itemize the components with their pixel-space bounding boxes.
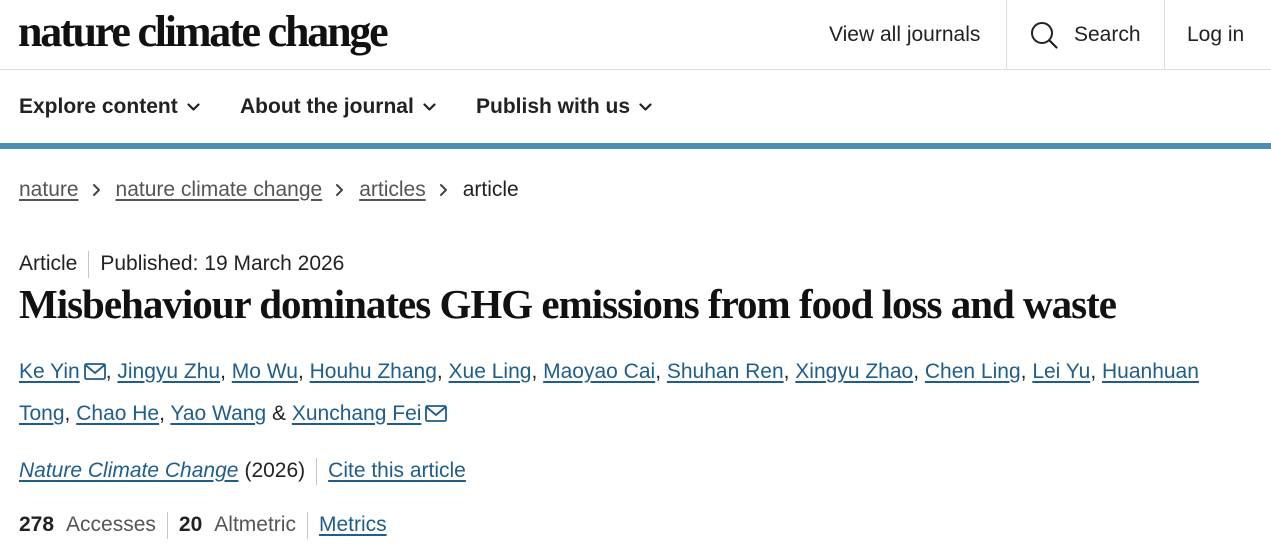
altmetric-count: 20	[178, 513, 203, 536]
citation-line: Nature Climate Change (2026) Cite this a…	[19, 457, 466, 485]
author-link[interactable]: Houhu Zhang	[310, 360, 437, 383]
nav-label: Explore content	[19, 95, 178, 118]
envelope-icon[interactable]	[425, 405, 448, 422]
envelope-icon[interactable]	[83, 363, 106, 380]
author-link[interactable]: Chen Ling	[925, 360, 1021, 383]
published-date: Published: 19 March 2026	[100, 252, 345, 275]
search-button[interactable]: Search	[1006, 0, 1165, 69]
breadcrumb: nature nature climate change articles ar…	[19, 176, 519, 204]
chevron-right-icon	[92, 183, 101, 197]
article-metrics: 278 Accesses 20 Altmetric Metrics	[19, 511, 387, 539]
author-link[interactable]: Shuhan Ren	[667, 360, 784, 383]
article-meta: Article Published: 19 March 2026	[19, 250, 344, 278]
journal-name-link[interactable]: Nature Climate Change	[19, 459, 238, 483]
main-navigation: Explore content About the journal Publis…	[0, 71, 1271, 143]
author-link[interactable]: Chao He	[76, 402, 159, 425]
divider	[166, 511, 168, 539]
breadcrumb-articles[interactable]: articles	[359, 178, 426, 202]
author-link[interactable]: Lei Yu	[1032, 360, 1090, 383]
author-link[interactable]: Maoyao Cai	[543, 360, 655, 383]
login-link[interactable]: Log in	[1187, 0, 1244, 69]
chevron-right-icon	[335, 183, 344, 197]
divider	[88, 250, 90, 278]
chevron-right-icon	[439, 183, 448, 197]
author-link[interactable]: Mo Wu	[232, 360, 298, 383]
author-link[interactable]: Jingyu Zhu	[117, 360, 220, 383]
site-header: nature climate change View all journals …	[0, 0, 1271, 70]
search-icon	[1031, 21, 1058, 49]
accesses-label: Accesses	[66, 513, 156, 536]
chevron-down-icon	[187, 102, 200, 111]
nav-explore-content[interactable]: Explore content	[19, 71, 200, 143]
breadcrumb-current: article	[462, 178, 519, 201]
publication-year: (2026)	[244, 459, 306, 482]
nav-about-the-journal[interactable]: About the journal	[240, 71, 436, 143]
divider	[316, 457, 318, 485]
author-link[interactable]: Xunchang Fei	[292, 402, 422, 425]
chevron-down-icon	[423, 102, 436, 111]
author-link[interactable]: Xue Ling	[449, 360, 532, 383]
altmetric-label: Altmetric	[214, 513, 296, 536]
author-link[interactable]: Xingyu Zhao	[795, 360, 913, 383]
nav-label: About the journal	[240, 95, 414, 118]
article-title: Misbehaviour dominates GHG emissions fro…	[19, 281, 1117, 327]
divider	[306, 511, 308, 539]
author-link[interactable]: Yao Wang	[170, 402, 266, 425]
author-list: Ke Yin, Jingyu Zhu, Mo Wu, Houhu Zhang, …	[19, 360, 1199, 425]
article-type: Article	[19, 252, 78, 275]
search-label: Search	[1074, 22, 1141, 46]
metrics-link[interactable]: Metrics	[319, 513, 387, 537]
nav-publish-with-us[interactable]: Publish with us	[476, 71, 652, 143]
author-link[interactable]: Ke Yin	[19, 360, 80, 383]
cite-this-article-link[interactable]: Cite this article	[328, 459, 466, 483]
journal-logo[interactable]: nature climate change	[18, 6, 389, 57]
view-all-journals-link[interactable]: View all journals	[829, 0, 980, 69]
breadcrumb-nature[interactable]: nature	[19, 178, 79, 202]
chevron-down-icon	[639, 102, 652, 111]
breadcrumb-nature-climate-change[interactable]: nature climate change	[116, 178, 323, 202]
nav-label: Publish with us	[476, 95, 631, 118]
accesses-count: 278	[19, 513, 55, 536]
accent-divider	[0, 143, 1271, 149]
